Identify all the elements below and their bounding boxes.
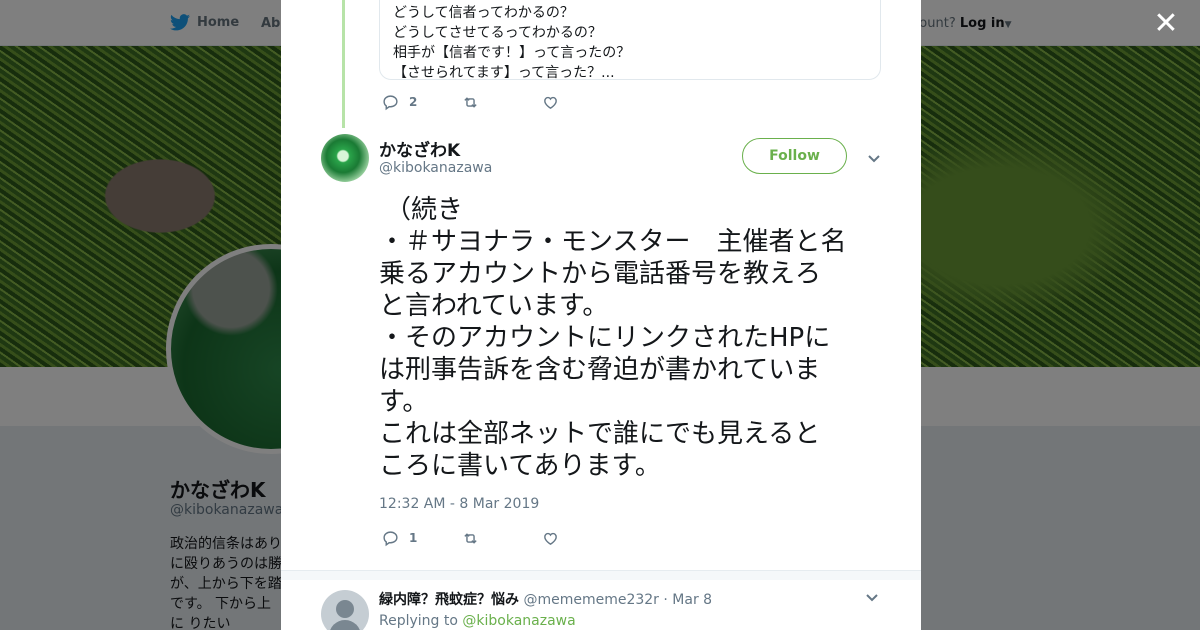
parent-tweet-actions: 2: [382, 92, 622, 112]
default-avatar-icon[interactable]: [321, 590, 369, 630]
avatar-head-shape: [336, 600, 354, 618]
tweet-actions: 1: [382, 528, 622, 548]
follow-button[interactable]: Follow: [742, 138, 847, 174]
quote-line: どうして信者ってわかるの？: [393, 5, 574, 21]
retweet-button[interactable]: [462, 530, 542, 547]
thread-connector-line: [342, 0, 345, 128]
like-button[interactable]: [542, 530, 622, 547]
replying-prefix: Replying to: [379, 613, 458, 629]
reply-header: 緑内障？飛蚊症？悩み @memememe232r · Mar 8: [379, 589, 712, 609]
reply-count: 2: [409, 95, 418, 109]
tweet-text: （続き ・＃サヨナラ・モンスター 主催者と名 乗るアカウントから電話番号を教えろ…: [379, 194, 891, 482]
quote-line: 相手が【信者です！】って言ったの？: [393, 45, 631, 61]
tweet-text-line: す。: [379, 387, 429, 417]
quoted-tweet-card[interactable]: どうして信者ってわかるの？ どうしてさせてるってわかるの？ 相手が【信者です！】…: [379, 0, 881, 81]
tweet-text-line: と言われています。: [379, 291, 609, 321]
quote-line: 【させられてます】って言った？...: [393, 65, 615, 81]
reply-icon: [383, 530, 398, 546]
tweet-timestamp[interactable]: 12:32 AM - 8 Mar 2019: [379, 496, 539, 512]
tweet-text-line: ・そのアカウントにリンクされたHPに: [379, 323, 831, 353]
chevron-down-icon[interactable]: [862, 587, 882, 607]
replies-divider: [281, 570, 921, 580]
tweet-text-line: ・＃サヨナラ・モンスター 主催者と名: [379, 227, 847, 257]
quote-line: どうしてさせてるってわかるの？: [393, 25, 602, 41]
reply-author-name[interactable]: 緑内障？飛蚊症？悩み: [379, 592, 519, 608]
tweet-text-line: これは全部ネットで誰にでも見えると: [379, 419, 821, 449]
like-icon: [544, 96, 557, 109]
replying-to: Replying to @kibokanazawa: [379, 613, 576, 629]
tweet-text-line: （続き: [385, 195, 464, 225]
tweet-text-line: ころに書いてあります。: [379, 451, 661, 481]
reply-button[interactable]: 1: [382, 530, 462, 547]
reply-count: 1: [409, 531, 418, 545]
reply-author-handle[interactable]: @memememe232r: [523, 592, 658, 608]
tweet-permalink-modal: どうして信者ってわかるの？ どうしてさせてるってわかるの？ 相手が【信者です！】…: [281, 0, 921, 630]
tweet-text-line: 乗るアカウントから電話番号を教えろ: [379, 259, 822, 289]
reply-date[interactable]: · Mar 8: [663, 592, 712, 608]
retweet-icon: [464, 96, 477, 108]
replying-to-link[interactable]: @kibokanazawa: [462, 613, 575, 629]
author-name[interactable]: かなざわK: [379, 136, 460, 161]
reply-icon: [383, 94, 398, 110]
retweet-button[interactable]: [462, 94, 542, 111]
close-icon[interactable]: ✕: [1152, 9, 1180, 39]
retweet-icon: [464, 532, 477, 544]
reply-button[interactable]: 2: [382, 94, 462, 111]
like-button[interactable]: [542, 94, 622, 111]
chevron-down-icon[interactable]: [864, 148, 884, 168]
author-handle[interactable]: @kibokanazawa: [379, 160, 492, 176]
tweet-text-line: は刑事告訴を含む脅迫が書かれていま: [379, 355, 821, 385]
author-avatar[interactable]: [321, 134, 369, 182]
avatar-body-shape: [329, 620, 361, 630]
like-icon: [544, 532, 557, 545]
